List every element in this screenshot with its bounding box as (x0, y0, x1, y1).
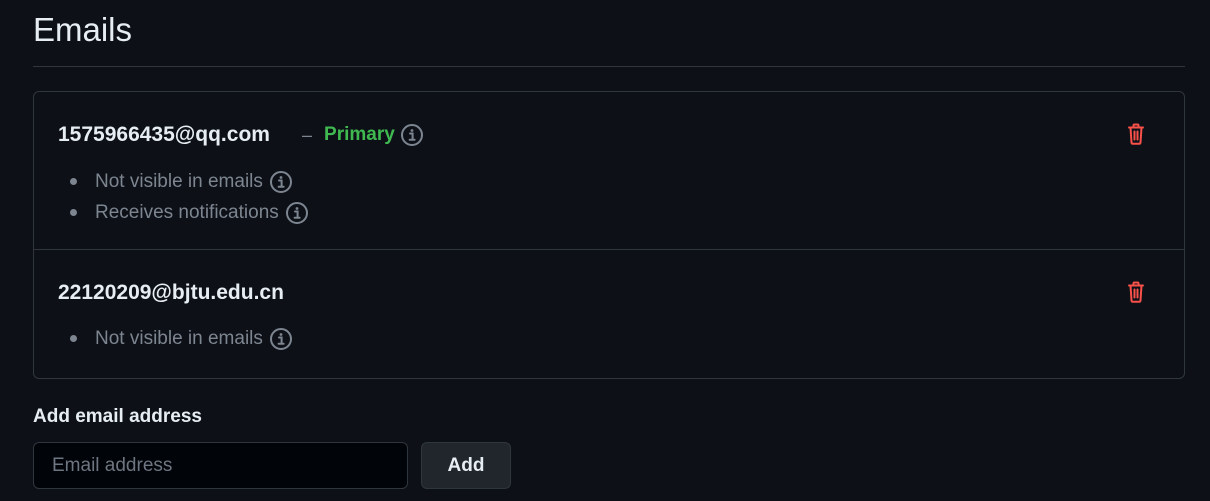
bullet-dot (70, 335, 77, 342)
info-icon[interactable] (400, 123, 424, 147)
info-icon[interactable] (285, 201, 309, 225)
bullet-dot (70, 209, 77, 216)
email-properties: Not visible in emails (70, 323, 293, 354)
info-icon[interactable] (269, 170, 293, 194)
primary-indicator: – Primary (302, 121, 424, 149)
email-list-item: 22120209@bjtu.edu.cn Not visible in emai… (34, 250, 1184, 378)
emails-settings-page: Emails 1575966435@qq.com – Primary Not v… (0, 0, 1210, 501)
trash-icon (1128, 123, 1144, 145)
email-list-item: 1575966435@qq.com – Primary Not visible … (34, 92, 1184, 250)
property-text: Receives notifications (95, 201, 279, 223)
property-text: Not visible in emails (95, 327, 263, 349)
delete-email-button[interactable] (1124, 278, 1148, 306)
primary-badge: Primary (324, 124, 395, 145)
trash-icon (1128, 281, 1144, 303)
add-email-button[interactable]: Add (421, 442, 511, 489)
info-icon[interactable] (269, 327, 293, 351)
email-property: Receives notifications (70, 197, 309, 228)
delete-email-button[interactable] (1124, 120, 1148, 148)
email-address: 1575966435@qq.com (58, 123, 270, 146)
title-divider (33, 66, 1185, 67)
email-property: Not visible in emails (70, 323, 293, 354)
email-list: 1575966435@qq.com – Primary Not visible … (33, 91, 1185, 379)
bullet-dot (70, 178, 77, 185)
page-title: Emails (33, 11, 133, 48)
add-email-label: Add email address (33, 406, 202, 427)
email-property: Not visible in emails (70, 166, 309, 197)
separator: – (302, 124, 313, 145)
property-text: Not visible in emails (95, 170, 263, 192)
email-address: 22120209@bjtu.edu.cn (58, 281, 284, 304)
email-address-input[interactable] (33, 442, 408, 489)
email-properties: Not visible in emails Receives notificat… (70, 166, 309, 228)
